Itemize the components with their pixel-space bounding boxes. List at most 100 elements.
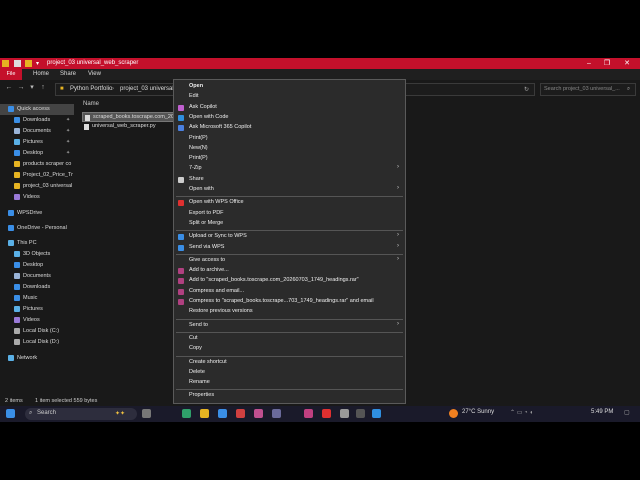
m365-copilot-icon <box>178 125 184 132</box>
menu-item-send-via-wps[interactable]: Send via WPS › <box>174 243 405 253</box>
menu-item-label: Restore previous versions <box>189 308 253 315</box>
tab-home[interactable]: Home <box>33 71 49 77</box>
app-icon[interactable] <box>218 409 227 418</box>
menu-item-add-to-archive[interactable]: Add to archive... <box>174 266 405 276</box>
menu-item-open-with-code[interactable]: Open with Code <box>174 113 405 123</box>
nav-item-wpsdrive[interactable]: WPSDrive <box>0 208 74 219</box>
file-explorer-icon[interactable] <box>200 409 209 418</box>
menu-item-label: New(N) <box>189 144 208 151</box>
nav-item-label: Documents <box>23 128 51 134</box>
menu-item-print-p[interactable]: Print(P) <box>174 134 405 144</box>
column-header-name[interactable]: Name <box>83 101 99 107</box>
nav-item-downloads[interactable]: Downloads ✦ <box>0 115 74 126</box>
file-row[interactable]: universal_web_scraper.py <box>82 122 182 132</box>
pictures-icon <box>14 139 20 145</box>
breadcrumb-python-portfolio[interactable]: Python Portfolio <box>70 86 112 92</box>
nav-item-quick-access[interactable]: Quick access <box>0 104 74 115</box>
nav-item-downloads[interactable]: Downloads <box>0 282 74 293</box>
menu-item-7-zip[interactable]: 7-Zip › <box>174 164 405 174</box>
menu-item-properties[interactable]: Properties <box>174 391 405 401</box>
chrome-icon[interactable] <box>236 409 245 418</box>
winrar-icon <box>178 268 184 275</box>
recent-chevron-icon[interactable]: ▾ <box>28 84 36 92</box>
new-folder-icon[interactable] <box>25 60 32 67</box>
clock[interactable]: 5:49 PM <box>591 409 613 415</box>
app-icon[interactable] <box>356 409 365 418</box>
search-input[interactable]: Search project_03 universal_... ⌕ <box>540 83 636 96</box>
menu-item-create-shortcut[interactable]: Create shortcut <box>174 358 405 368</box>
nav-item-label: Pictures <box>23 139 43 145</box>
forward-arrow-icon[interactable]: → <box>17 84 25 92</box>
nav-item-this-pc[interactable]: This PC <box>0 238 74 249</box>
taskbar-search[interactable]: ⌕ Search ✦✦ <box>25 408 137 420</box>
back-arrow-icon[interactable]: ← <box>5 84 13 92</box>
nav-item-project-02-price-tr[interactable]: Project_02_Price_Tr <box>0 170 74 181</box>
status-item-count: 2 items <box>5 398 23 404</box>
menu-item-open[interactable]: Open <box>174 82 405 92</box>
nav-item-products-scraper-co[interactable]: products scraper co <box>0 159 74 170</box>
menu-item-label: 7-Zip <box>189 165 202 172</box>
menu-item-add-to-scraped-books-toscrape-com-202607[interactable]: Add to "scraped_books.toscrape.com_20260… <box>174 276 405 286</box>
menu-item-cut[interactable]: Cut <box>174 334 405 344</box>
refresh-icon[interactable]: ↻ <box>524 86 529 93</box>
file-row[interactable]: scraped_books.toscrape.com_20 <box>82 112 182 122</box>
tab-share[interactable]: Share <box>60 71 76 77</box>
menu-item-ask-microsoft-365-copilot[interactable]: Ask Microsoft 365 Copilot <box>174 123 405 133</box>
nav-item-music[interactable]: Music <box>0 293 74 304</box>
weather-text[interactable]: 27°C Sunny <box>462 409 494 415</box>
menu-item-open-with-wps-office[interactable]: Open with WPS Office <box>174 198 405 208</box>
tray-icons[interactable]: ⌃ ▭ ◔ ◖ <box>510 409 533 416</box>
nav-item-local-disk-d[interactable]: Local Disk (D:) <box>0 337 74 348</box>
nav-item-videos[interactable]: Videos <box>0 315 74 326</box>
maximize-button[interactable]: ❐ <box>600 59 614 68</box>
chevron-down-icon[interactable]: ▾ <box>36 60 41 67</box>
menu-item-send-to[interactable]: Send to › <box>174 321 405 331</box>
nav-item-pictures[interactable]: Pictures ✦ <box>0 137 74 148</box>
app-icon[interactable] <box>272 409 281 418</box>
nav-item-label: This PC <box>17 240 37 246</box>
notification-icon[interactable]: ▢ <box>624 409 630 416</box>
menu-item-ask-copilot[interactable]: Ask Copilot <box>174 103 405 113</box>
menu-item-compress-to-scraped-books-toscrape-703-1[interactable]: Compress to "scraped_books.toscrape...70… <box>174 297 405 307</box>
app-icon[interactable] <box>254 409 263 418</box>
nav-item-local-disk-c[interactable]: Local Disk (C:) <box>0 326 74 337</box>
menu-item-split-or-merge[interactable]: Split or Merge <box>174 219 405 229</box>
tab-file[interactable]: File <box>0 69 22 80</box>
menu-item-give-access-to[interactable]: Give access to › <box>174 256 405 266</box>
nav-item-onedrive-personal[interactable]: OneDrive - Personal <box>0 223 74 234</box>
menu-item-copy[interactable]: Copy <box>174 344 405 354</box>
vscode-icon[interactable] <box>372 409 381 418</box>
nav-item-videos[interactable]: Videos <box>0 192 74 203</box>
nav-item-network[interactable]: Network <box>0 353 74 364</box>
menu-item-upload-or-sync-to-wps[interactable]: Upload or Sync to WPS › <box>174 232 405 242</box>
menu-item-share[interactable]: Share <box>174 175 405 185</box>
minimize-button[interactable]: – <box>582 59 596 68</box>
close-button[interactable]: ✕ <box>620 59 634 68</box>
nav-item-3d-objects[interactable]: 3D Objects <box>0 249 74 260</box>
nav-item-documents[interactable]: Documents <box>0 271 74 282</box>
nav-item-desktop[interactable]: Desktop <box>0 260 74 271</box>
menu-item-new-n[interactable]: New(N) <box>174 144 405 154</box>
nav-item-documents[interactable]: Documents ✦ <box>0 126 74 137</box>
nav-item-desktop[interactable]: Desktop ✦ <box>0 148 74 159</box>
nav-item-project-03-universal[interactable]: project_03 universal <box>0 181 74 192</box>
settings-icon[interactable] <box>340 409 349 418</box>
menu-item-delete[interactable]: Delete <box>174 368 405 378</box>
navigation-pane: Quick access Downloads ✦ Documents ✦ Pictures… <box>0 104 74 392</box>
menu-item-export-to-pdf[interactable]: Export to PDF <box>174 209 405 219</box>
nav-item-pictures[interactable]: Pictures <box>0 304 74 315</box>
menu-item-edit[interactable]: Edit <box>174 92 405 102</box>
app-icon[interactable] <box>304 409 313 418</box>
menu-item-rename[interactable]: Rename <box>174 378 405 388</box>
properties-icon[interactable] <box>14 60 21 67</box>
up-arrow-icon[interactable]: ↑ <box>39 84 47 92</box>
tab-view[interactable]: View <box>88 71 101 77</box>
task-view-icon[interactable] <box>142 409 151 418</box>
menu-item-print-p[interactable]: Print(P) <box>174 154 405 164</box>
app-icon[interactable] <box>322 409 331 418</box>
menu-item-compress-and-email[interactable]: Compress and email... <box>174 287 405 297</box>
windows-start-icon[interactable] <box>6 409 15 418</box>
edge-icon[interactable] <box>182 409 191 418</box>
menu-item-restore-previous-versions[interactable]: Restore previous versions <box>174 307 405 317</box>
menu-item-open-with[interactable]: Open with › <box>174 185 405 195</box>
